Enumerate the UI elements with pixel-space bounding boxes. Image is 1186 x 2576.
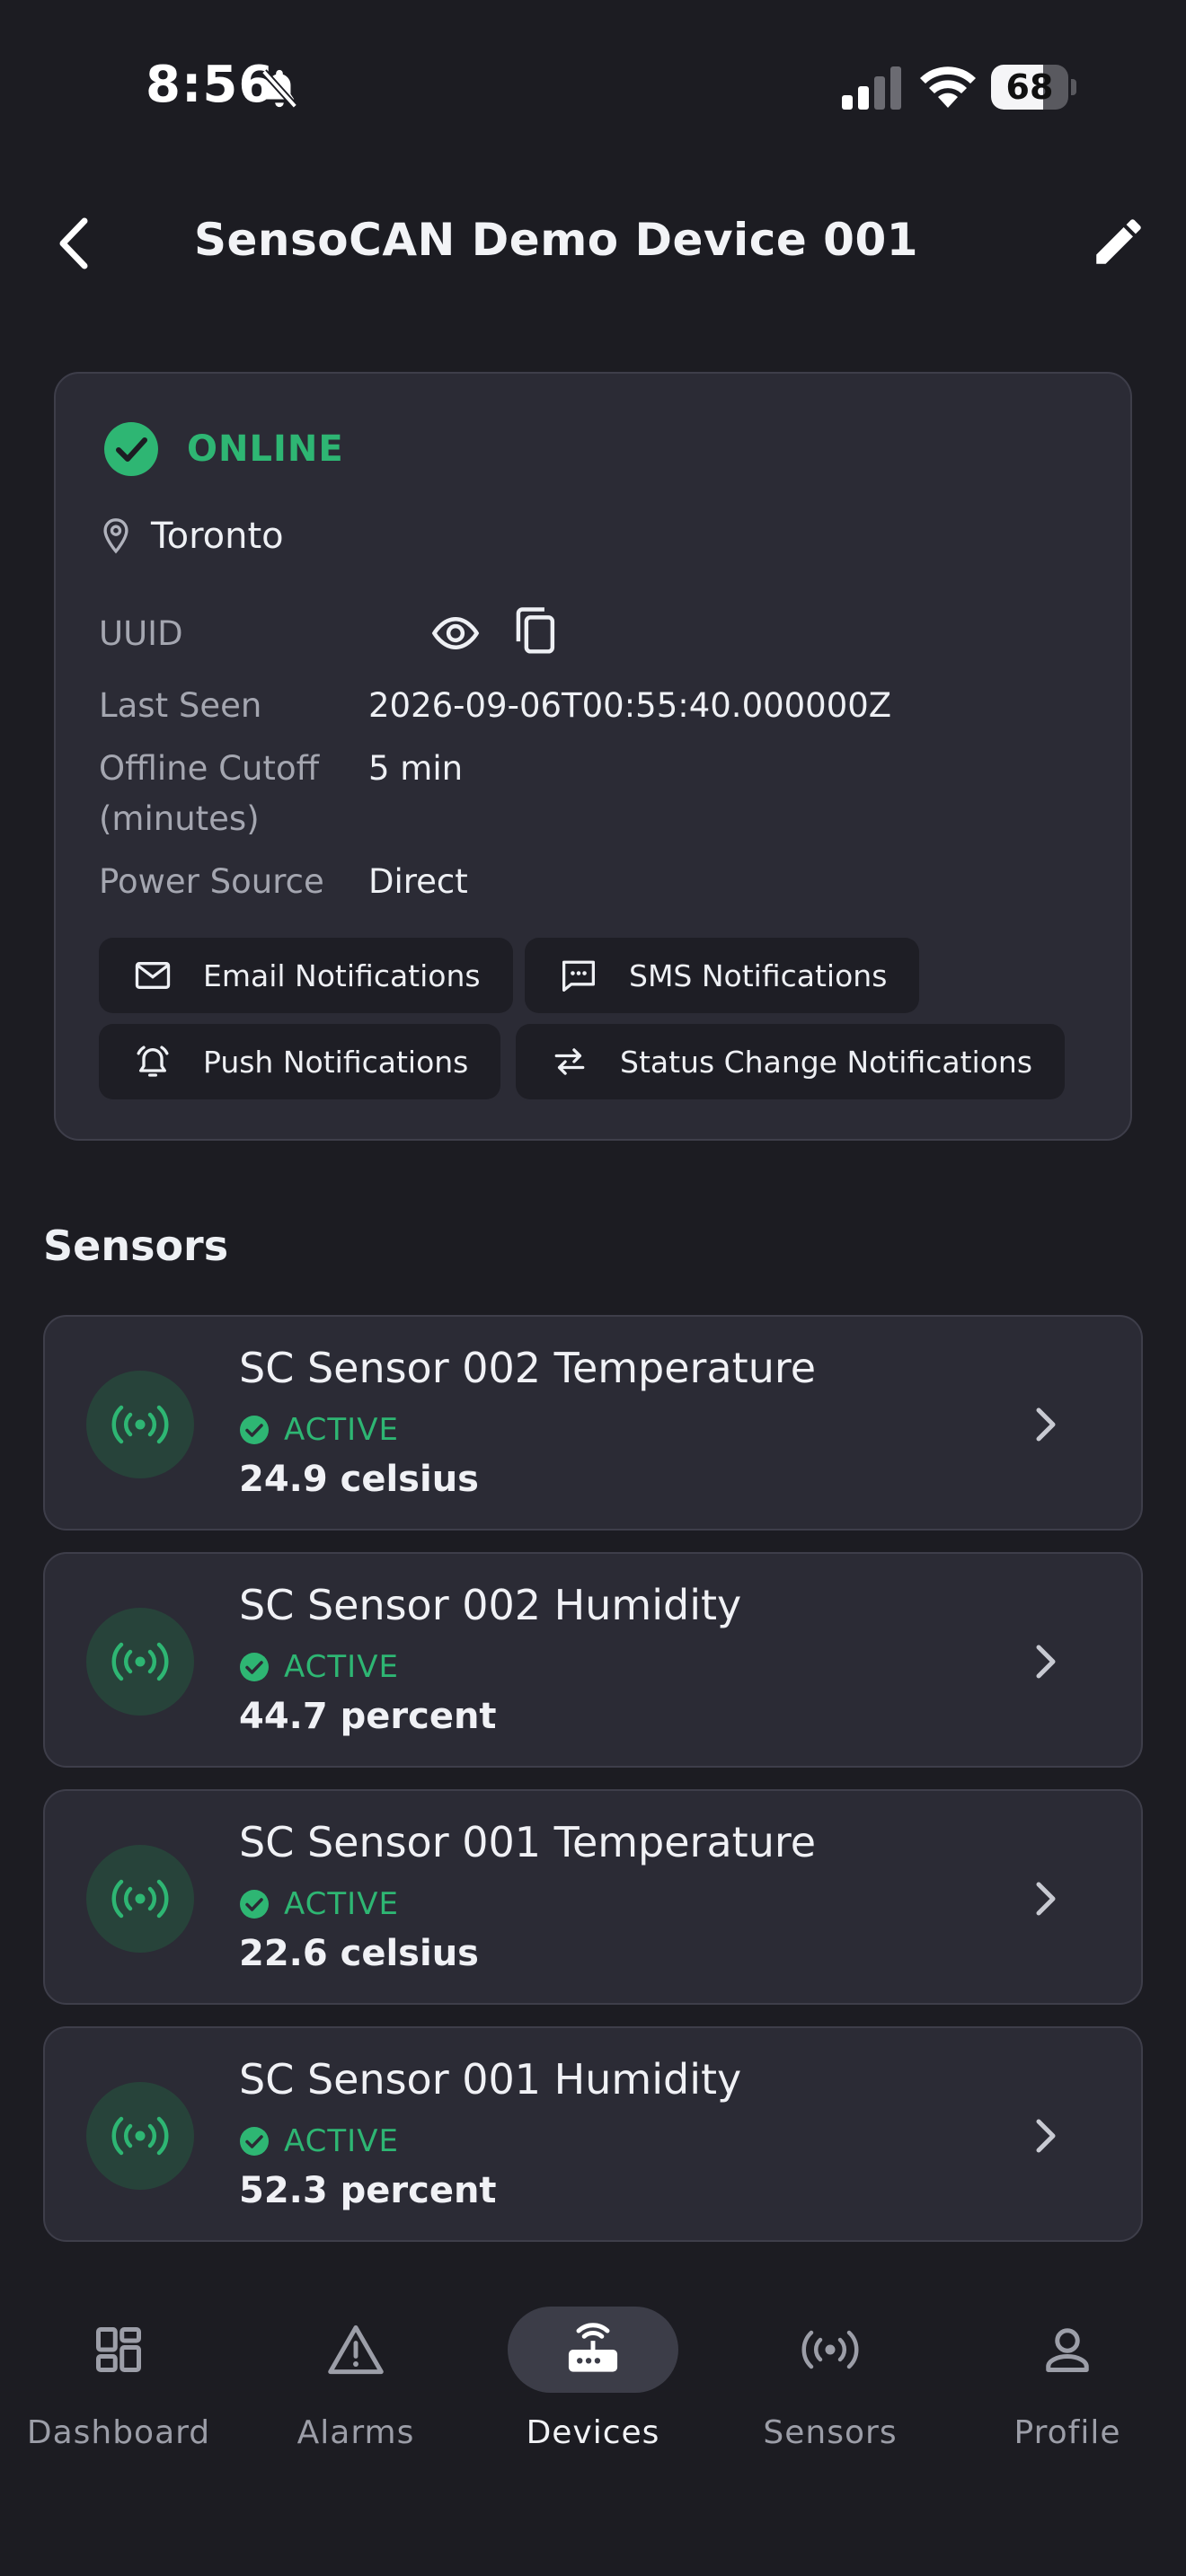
sensor-avatar [86,1608,194,1716]
show-uuid-button[interactable] [431,609,480,657]
last-seen-value: 2026-09-06T00:55:40.000000Z [368,686,892,725]
sensor-status-label: ACTIVE [284,1649,399,1685]
page-title: SensoCAN Demo Device 001 [194,214,919,266]
nav-sensors[interactable]: Sensors [712,2307,949,2504]
power-source-label: Power Source [99,862,324,901]
copy-uuid-button[interactable] [512,605,561,657]
eye-icon [431,616,480,650]
offline-cutoff-label: Offline Cutoff (minutes) [99,749,320,838]
status-bar: 8:56 68 [0,0,1186,171]
device-location: Toronto [101,516,284,557]
wifi-icon [918,65,978,110]
copy-icon [516,607,555,654]
sms-notifications-label: SMS Notifications [629,957,888,993]
email-notifications-chip[interactable]: Email Notifications [99,938,513,1013]
sensor-status-label: ACTIVE [284,2123,399,2159]
check-circle-icon [240,1416,269,1444]
nav-sensors-label: Sensors [763,2414,898,2451]
device-info-card: ONLINE Toronto UUID Last Seen 2026-09-06… [54,372,1132,1141]
sensor-card[interactable]: SC Sensor 002 Temperature ACTIVE 24.9 ce… [43,1315,1143,1531]
nav-devices[interactable]: Devices [474,2307,712,2504]
nav-alarms-label: Alarms [296,2414,415,2451]
email-notifications-label: Email Notifications [203,957,481,993]
router-icon [508,2307,678,2393]
check-circle-icon [240,1653,269,1681]
sensor-reading: 22.6 celsius [239,1933,479,1974]
check-circle-icon [104,422,158,476]
status-label: ONLINE [187,428,344,470]
location-label: Toronto [151,516,284,557]
alarm-bell-icon [137,1045,169,1077]
mail-icon [135,962,171,989]
sensor-status-label: ACTIVE [284,1412,399,1448]
edit-button[interactable] [1089,212,1148,271]
power-source-value: Direct [368,862,468,901]
status-change-notifications-chip[interactable]: Status Change Notifications [516,1024,1066,1099]
nav-profile-label: Profile [1013,2414,1121,2451]
warning-icon [270,2307,441,2393]
sensor-avatar [86,1371,194,1478]
sensors-icon [745,2307,916,2393]
sensor-avatar [86,1845,194,1953]
battery-percent: 68 [1005,67,1054,107]
sensors-icon [111,1879,169,1919]
sensor-reading: 44.7 percent [239,1696,497,1737]
status-change-notifications-label: Status Change Notifications [620,1044,1033,1080]
sensor-card[interactable]: SC Sensor 001 Temperature ACTIVE 22.6 ce… [43,1789,1143,2005]
swap-arrows-icon [554,1048,585,1075]
sensors-icon [111,2116,169,2156]
push-notifications-chip[interactable]: Push Notifications [99,1024,501,1099]
sensors-icon [111,1642,169,1681]
sensor-status: ACTIVE [239,1649,399,1685]
bell-off-icon [259,66,300,111]
chevron-right-icon [1030,1872,1062,1926]
nav-devices-label: Devices [526,2414,660,2451]
bottom-navigation: Dashboard Alarms Devices Sensors Profile [0,2281,1186,2576]
sensor-status: ACTIVE [239,1412,399,1448]
location-pin-icon [103,518,128,554]
chevron-right-icon [1030,1635,1062,1689]
battery-icon: 68 [991,65,1076,110]
push-notifications-label: Push Notifications [203,1044,469,1080]
nav-dashboard-label: Dashboard [26,2414,211,2451]
chevron-right-icon [1030,1398,1062,1451]
sensor-card[interactable]: SC Sensor 001 Humidity ACTIVE 52.3 perce… [43,2026,1143,2242]
nav-alarms[interactable]: Alarms [237,2307,474,2504]
sensors-section-title: Sensors [43,1222,229,1270]
device-status: ONLINE [102,420,344,478]
chevron-left-icon [59,217,88,269]
last-seen-label: Last Seen [99,686,262,725]
chevron-right-icon [1030,2109,1062,2163]
sensor-name: SC Sensor 002 Humidity [239,1581,742,1629]
sensors-icon [111,1405,169,1444]
sensor-status-label: ACTIVE [284,1886,399,1922]
sms-icon [562,960,595,992]
sensor-name: SC Sensor 001 Temperature [239,1818,817,1866]
dashboard-icon [33,2307,204,2393]
sms-notifications-chip[interactable]: SMS Notifications [525,938,920,1013]
sensor-name: SC Sensor 002 Temperature [239,1344,817,1392]
nav-dashboard[interactable]: Dashboard [0,2307,237,2504]
back-button[interactable] [50,212,101,275]
sensor-status: ACTIVE [239,2123,399,2159]
sensor-card[interactable]: SC Sensor 002 Humidity ACTIVE 44.7 perce… [43,1552,1143,1768]
sensor-reading: 52.3 percent [239,2170,497,2211]
check-circle-icon [240,2127,269,2156]
person-icon [982,2307,1153,2393]
uuid-label: UUID [99,614,183,653]
nav-profile[interactable]: Profile [949,2307,1186,2504]
sensor-name: SC Sensor 001 Humidity [239,2055,742,2104]
sensor-reading: 24.9 celsius [239,1459,479,1500]
pencil-icon [1096,219,1141,264]
sensor-avatar [86,2082,194,2190]
status-time: 8:56 [146,56,275,114]
offline-cutoff-value: 5 min [368,749,464,788]
sensor-status: ACTIVE [239,1886,399,1922]
check-circle-icon [240,1890,269,1919]
cellular-signal-icon [840,65,903,110]
